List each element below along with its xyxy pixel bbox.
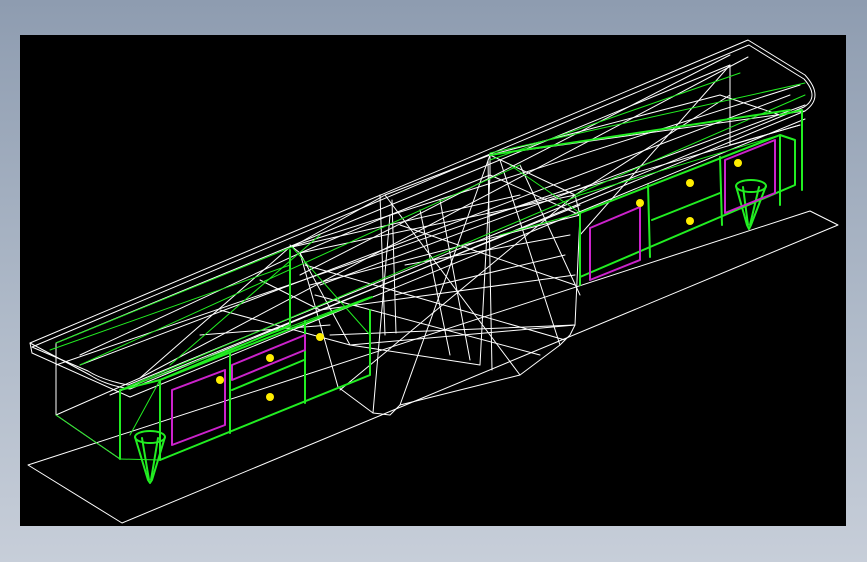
cabinet-wireframe xyxy=(29,39,816,460)
cad-viewport[interactable] xyxy=(20,35,846,526)
leg-right-top xyxy=(735,179,767,193)
wireframe-drawing xyxy=(27,39,839,524)
panel-right-b xyxy=(724,139,776,214)
